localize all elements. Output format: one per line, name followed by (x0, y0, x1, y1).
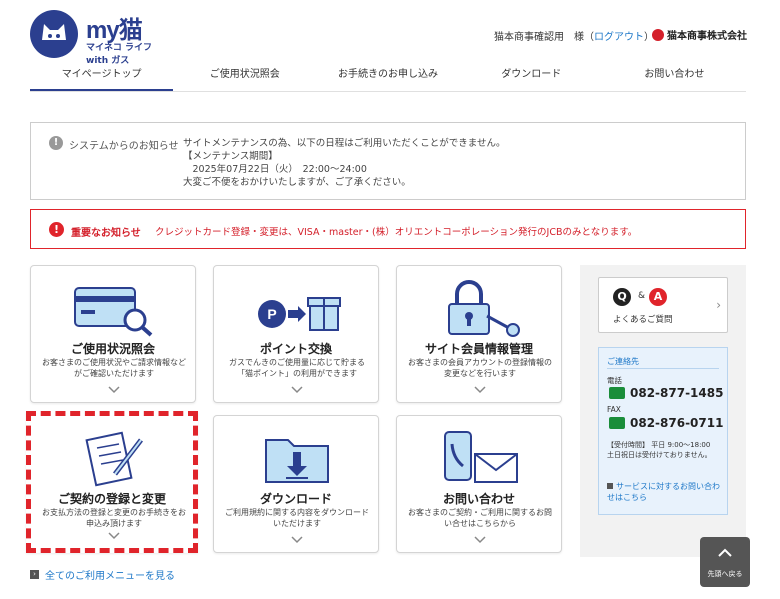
system-notice: ! システムからのお知らせ サイトメンテナンスの為、以下の日程はご利用いただくこ… (30, 122, 746, 200)
system-notice-body: サイトメンテナンスの為、以下の日程はご利用いただくことができません。 【メンテナ… (183, 137, 506, 189)
fax-label: FAX (607, 405, 621, 414)
chevron-down-icon (108, 532, 120, 540)
service-inquiry-link[interactable]: サービスに対するお問い合わせはこちら (607, 481, 727, 503)
card-usage[interactable]: ご使用状況照会 お客さまのご使用状況やご請求情報などがご確認いただけます (30, 265, 196, 403)
nav-download[interactable]: ダウンロード (460, 62, 603, 91)
notice-line: サイトメンテナンスの為、以下の日程はご利用いただくことができません。 (183, 138, 506, 149)
chevron-right-icon: › (716, 298, 721, 312)
important-notice-label: 重要なお知らせ (71, 228, 141, 239)
chevron-down-icon (291, 386, 303, 394)
contact-hours: 【受付時間】 平日 9:00～18:00 土日祝日は受付けておりません。 (607, 440, 712, 460)
card-member-info[interactable]: サイト会員情報管理 お客さまの会員アカウントの登録情報の変更などを行います (396, 265, 562, 403)
contact-heading: ご連絡先 (607, 357, 639, 366)
card-title: ポイント交換 (259, 342, 332, 356)
nav-mypage-top[interactable]: マイページトップ (30, 62, 174, 91)
fax-value: 082-876-0711 (630, 416, 724, 430)
fax-number: 082-876-0711 (609, 416, 723, 430)
card-title: ご使用状況照会 (70, 342, 155, 356)
important-notice-body: クレジットカード登録・変更は、VISA・master・(株）オリエントコーポレー… (155, 227, 638, 238)
notice-line: 2025年07月22日（火） 22:00～24:00 (183, 164, 367, 175)
faq-button[interactable]: Q & A よくあるご質問 › (598, 277, 728, 333)
card-download[interactable]: ダウンロード ご利用規約に関する内容をダウンロードいただけます (213, 415, 379, 553)
cat-logo-icon (30, 10, 78, 58)
question-icon: Q (613, 288, 631, 306)
service-inquiry-text: サービスに対するお問い合わせはこちら (607, 482, 720, 502)
company-name: 猫本商事株式会社 (667, 31, 747, 42)
tel-value: 082-877-1485 (630, 386, 724, 400)
chevron-down-icon (474, 386, 486, 394)
all-menu-text: 全てのご利用メニューを見る (45, 571, 175, 582)
phone-icon (609, 417, 625, 429)
chevron-up-icon (718, 548, 732, 557)
system-notice-label: システムからのお知らせ (69, 141, 179, 152)
card-title: サイト会員情報管理 (424, 342, 533, 356)
card-contract[interactable]: ご契約の登録と変更 お支払方法の登録と変更のお手続きをお申込み頂けます (26, 411, 198, 553)
divider (607, 368, 719, 369)
card-title: お問い合わせ (442, 492, 515, 506)
nav-applications[interactable]: お手続きのお申し込み (316, 62, 459, 91)
main-nav: マイページトップ ご使用状況照会 お手続きのお申し込み ダウンロード お問い合わ… (30, 62, 746, 92)
chevron-down-icon (291, 536, 303, 544)
phone-icon (609, 387, 625, 399)
nav-contact[interactable]: お問い合わせ (603, 62, 746, 91)
card-title: ダウンロード (259, 492, 332, 506)
faq-label: よくあるご質問 (613, 315, 673, 325)
important-notice: ! 重要なお知らせ クレジットカード登録・変更は、VISA・master・(株）… (30, 209, 746, 249)
card-desc: お客さまの会員アカウントの登録情報の変更などを行います (408, 358, 552, 378)
credit-card-icon (74, 287, 153, 337)
hours-line: 土日祝日は受付けておりません。 (607, 451, 712, 459)
company-mark-icon (652, 28, 664, 41)
svg-text:P: P (267, 306, 276, 322)
site-logo[interactable]: my猫 マイネコ ライフ with ガス (30, 8, 160, 66)
user-info: 猫本商事確認用 様（ログアウト） (494, 32, 654, 43)
card-desc: お支払方法の登録と変更のお手続きをお申込み頂けます (42, 508, 186, 528)
card-contact[interactable]: お問い合わせ お客さまのご契約・ご利用に関するお問い合せはこちらから (396, 415, 562, 553)
chevron-down-icon (474, 536, 486, 544)
company-logo: 猫本商事株式会社 (652, 27, 747, 42)
faq-ampersand: & (638, 291, 646, 301)
info-icon: ! (49, 136, 63, 150)
card-desc: ガスでんきのご使用量に応じて貯まる「猫ポイント」の利用ができます (229, 358, 365, 378)
back-to-top-button[interactable]: 先頭へ戻る (700, 537, 750, 587)
phone-mail-icon (444, 431, 518, 483)
card-title: ご契約の登録と変更 (57, 492, 166, 506)
card-desc: お客さまのご契約・ご利用に関するお問い合せはこちらから (408, 508, 552, 528)
arrow-right-icon: › (30, 570, 39, 579)
card-desc: お客さまのご使用状況やご請求情報などがご確認いただけます (42, 358, 186, 378)
download-folder-icon (265, 439, 329, 483)
nav-usage[interactable]: ご使用状況照会 (173, 62, 316, 91)
notice-line: 大変ご不便をおかけいたしますが、ご了承ください。 (183, 177, 411, 188)
notice-line: 【メンテナンス期間】 (183, 151, 278, 162)
document-pen-icon (85, 431, 143, 487)
answer-icon: A (649, 288, 667, 306)
card-points[interactable]: P ポイント交換 ガスでんきのご使用量に応じて貯まる「猫ポイント」の利用ができま… (213, 265, 379, 403)
back-to-top-label: 先頭へ戻る (707, 570, 743, 578)
hours-line: 【受付時間】 平日 9:00～18:00 (607, 441, 711, 449)
all-menu-link[interactable]: › 全てのご利用メニューを見る (30, 567, 175, 582)
tel-number[interactable]: 082-877-1485 (609, 386, 723, 400)
bullet-icon (607, 483, 613, 489)
logout-link[interactable]: ログアウト (594, 32, 644, 43)
card-desc: ご利用規約に関する内容をダウンロードいただけます (225, 508, 369, 528)
chevron-down-icon (108, 386, 120, 394)
gift-points-icon: P (258, 297, 341, 331)
tel-label: 電話 (607, 376, 622, 385)
contact-box: ご連絡先 電話 082-877-1485 FAX 082-876-0711 【受… (598, 347, 728, 515)
user-name: 猫本商事確認用 様 (494, 32, 584, 43)
lock-key-icon (448, 280, 520, 337)
alert-icon: ! (49, 222, 64, 237)
